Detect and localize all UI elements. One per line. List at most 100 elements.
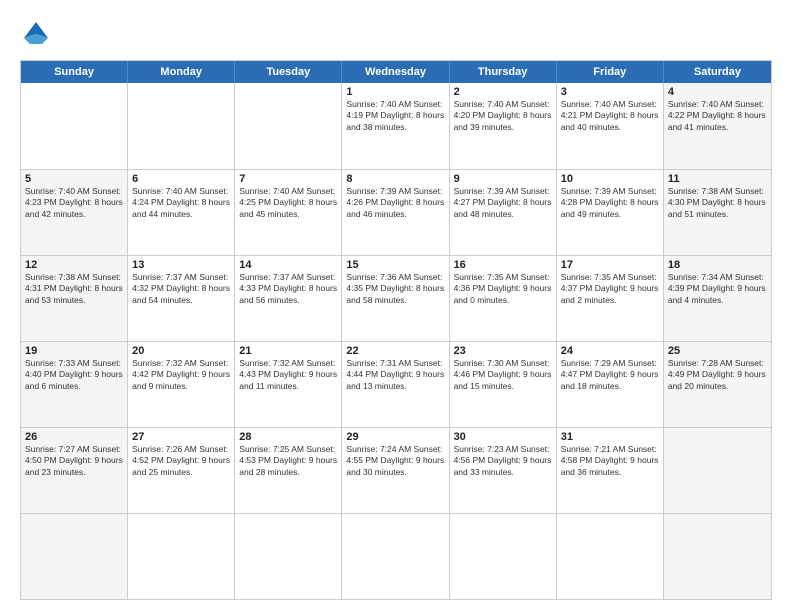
calendar-header: SundayMondayTuesdayWednesdayThursdayFrid… xyxy=(21,61,771,83)
calendar-cell: 17Sunrise: 7:35 AM Sunset: 4:37 PM Dayli… xyxy=(557,256,664,341)
cell-info: Sunrise: 7:40 AM Sunset: 4:19 PM Dayligh… xyxy=(346,99,444,133)
day-number: 22 xyxy=(346,345,444,357)
calendar-row-0: 1Sunrise: 7:40 AM Sunset: 4:19 PM Daylig… xyxy=(21,83,771,169)
day-number: 1 xyxy=(346,86,444,98)
calendar-cell: 21Sunrise: 7:32 AM Sunset: 4:43 PM Dayli… xyxy=(235,342,342,427)
calendar-cell: 20Sunrise: 7:32 AM Sunset: 4:42 PM Dayli… xyxy=(128,342,235,427)
cell-info: Sunrise: 7:25 AM Sunset: 4:53 PM Dayligh… xyxy=(239,444,337,478)
logo-icon xyxy=(20,18,52,50)
cell-info: Sunrise: 7:38 AM Sunset: 4:30 PM Dayligh… xyxy=(668,186,767,220)
calendar-cell xyxy=(21,514,128,599)
cell-info: Sunrise: 7:23 AM Sunset: 4:56 PM Dayligh… xyxy=(454,444,552,478)
calendar-cell: 14Sunrise: 7:37 AM Sunset: 4:33 PM Dayli… xyxy=(235,256,342,341)
cell-info: Sunrise: 7:37 AM Sunset: 4:32 PM Dayligh… xyxy=(132,272,230,306)
calendar-cell: 12Sunrise: 7:38 AM Sunset: 4:31 PM Dayli… xyxy=(21,256,128,341)
calendar-cell: 26Sunrise: 7:27 AM Sunset: 4:50 PM Dayli… xyxy=(21,428,128,513)
cell-info: Sunrise: 7:35 AM Sunset: 4:37 PM Dayligh… xyxy=(561,272,659,306)
cell-info: Sunrise: 7:39 AM Sunset: 4:27 PM Dayligh… xyxy=(454,186,552,220)
calendar-cell: 28Sunrise: 7:25 AM Sunset: 4:53 PM Dayli… xyxy=(235,428,342,513)
calendar-cell: 4Sunrise: 7:40 AM Sunset: 4:22 PM Daylig… xyxy=(664,83,771,169)
calendar-row-3: 19Sunrise: 7:33 AM Sunset: 4:40 PM Dayli… xyxy=(21,341,771,427)
cell-info: Sunrise: 7:36 AM Sunset: 4:35 PM Dayligh… xyxy=(346,272,444,306)
day-number: 13 xyxy=(132,259,230,271)
day-number: 2 xyxy=(454,86,552,98)
calendar-cell: 3Sunrise: 7:40 AM Sunset: 4:21 PM Daylig… xyxy=(557,83,664,169)
cell-info: Sunrise: 7:32 AM Sunset: 4:42 PM Dayligh… xyxy=(132,358,230,392)
calendar-cell: 2Sunrise: 7:40 AM Sunset: 4:20 PM Daylig… xyxy=(450,83,557,169)
header xyxy=(20,18,772,50)
calendar-cell xyxy=(235,514,342,599)
calendar-cell: 10Sunrise: 7:39 AM Sunset: 4:28 PM Dayli… xyxy=(557,170,664,255)
day-number: 11 xyxy=(668,173,767,185)
calendar-cell: 7Sunrise: 7:40 AM Sunset: 4:25 PM Daylig… xyxy=(235,170,342,255)
cell-info: Sunrise: 7:30 AM Sunset: 4:46 PM Dayligh… xyxy=(454,358,552,392)
calendar-cell: 16Sunrise: 7:35 AM Sunset: 4:36 PM Dayli… xyxy=(450,256,557,341)
cell-info: Sunrise: 7:33 AM Sunset: 4:40 PM Dayligh… xyxy=(25,358,123,392)
calendar-cell xyxy=(128,83,235,169)
calendar: SundayMondayTuesdayWednesdayThursdayFrid… xyxy=(20,60,772,600)
calendar-cell: 31Sunrise: 7:21 AM Sunset: 4:58 PM Dayli… xyxy=(557,428,664,513)
calendar-cell: 23Sunrise: 7:30 AM Sunset: 4:46 PM Dayli… xyxy=(450,342,557,427)
cell-info: Sunrise: 7:29 AM Sunset: 4:47 PM Dayligh… xyxy=(561,358,659,392)
header-day-friday: Friday xyxy=(557,61,664,83)
header-day-monday: Monday xyxy=(128,61,235,83)
day-number: 3 xyxy=(561,86,659,98)
calendar-cell: 24Sunrise: 7:29 AM Sunset: 4:47 PM Dayli… xyxy=(557,342,664,427)
header-day-wednesday: Wednesday xyxy=(342,61,449,83)
day-number: 30 xyxy=(454,431,552,443)
calendar-row-4: 26Sunrise: 7:27 AM Sunset: 4:50 PM Dayli… xyxy=(21,427,771,513)
cell-info: Sunrise: 7:28 AM Sunset: 4:49 PM Dayligh… xyxy=(668,358,767,392)
cell-info: Sunrise: 7:24 AM Sunset: 4:55 PM Dayligh… xyxy=(346,444,444,478)
page: SundayMondayTuesdayWednesdayThursdayFrid… xyxy=(0,0,792,612)
calendar-row-2: 12Sunrise: 7:38 AM Sunset: 4:31 PM Dayli… xyxy=(21,255,771,341)
cell-info: Sunrise: 7:21 AM Sunset: 4:58 PM Dayligh… xyxy=(561,444,659,478)
calendar-row-1: 5Sunrise: 7:40 AM Sunset: 4:23 PM Daylig… xyxy=(21,169,771,255)
cell-info: Sunrise: 7:40 AM Sunset: 4:25 PM Dayligh… xyxy=(239,186,337,220)
calendar-cell: 22Sunrise: 7:31 AM Sunset: 4:44 PM Dayli… xyxy=(342,342,449,427)
day-number: 31 xyxy=(561,431,659,443)
day-number: 18 xyxy=(668,259,767,271)
day-number: 5 xyxy=(25,173,123,185)
day-number: 24 xyxy=(561,345,659,357)
calendar-cell: 15Sunrise: 7:36 AM Sunset: 4:35 PM Dayli… xyxy=(342,256,449,341)
calendar-cell: 25Sunrise: 7:28 AM Sunset: 4:49 PM Dayli… xyxy=(664,342,771,427)
day-number: 10 xyxy=(561,173,659,185)
calendar-cell xyxy=(557,514,664,599)
cell-info: Sunrise: 7:26 AM Sunset: 4:52 PM Dayligh… xyxy=(132,444,230,478)
calendar-cell: 5Sunrise: 7:40 AM Sunset: 4:23 PM Daylig… xyxy=(21,170,128,255)
cell-info: Sunrise: 7:31 AM Sunset: 4:44 PM Dayligh… xyxy=(346,358,444,392)
cell-info: Sunrise: 7:32 AM Sunset: 4:43 PM Dayligh… xyxy=(239,358,337,392)
day-number: 7 xyxy=(239,173,337,185)
cell-info: Sunrise: 7:27 AM Sunset: 4:50 PM Dayligh… xyxy=(25,444,123,478)
calendar-cell xyxy=(664,514,771,599)
calendar-row-5 xyxy=(21,513,771,599)
calendar-cell xyxy=(128,514,235,599)
calendar-cell: 27Sunrise: 7:26 AM Sunset: 4:52 PM Dayli… xyxy=(128,428,235,513)
calendar-cell: 1Sunrise: 7:40 AM Sunset: 4:19 PM Daylig… xyxy=(342,83,449,169)
day-number: 12 xyxy=(25,259,123,271)
calendar-cell xyxy=(342,514,449,599)
calendar-cell xyxy=(450,514,557,599)
day-number: 9 xyxy=(454,173,552,185)
day-number: 14 xyxy=(239,259,337,271)
day-number: 19 xyxy=(25,345,123,357)
header-day-tuesday: Tuesday xyxy=(235,61,342,83)
cell-info: Sunrise: 7:35 AM Sunset: 4:36 PM Dayligh… xyxy=(454,272,552,306)
calendar-cell: 6Sunrise: 7:40 AM Sunset: 4:24 PM Daylig… xyxy=(128,170,235,255)
cell-info: Sunrise: 7:38 AM Sunset: 4:31 PM Dayligh… xyxy=(25,272,123,306)
logo xyxy=(20,18,58,50)
calendar-cell xyxy=(21,83,128,169)
day-number: 4 xyxy=(668,86,767,98)
header-day-saturday: Saturday xyxy=(664,61,771,83)
cell-info: Sunrise: 7:39 AM Sunset: 4:26 PM Dayligh… xyxy=(346,186,444,220)
day-number: 26 xyxy=(25,431,123,443)
calendar-cell: 13Sunrise: 7:37 AM Sunset: 4:32 PM Dayli… xyxy=(128,256,235,341)
day-number: 8 xyxy=(346,173,444,185)
cell-info: Sunrise: 7:40 AM Sunset: 4:23 PM Dayligh… xyxy=(25,186,123,220)
calendar-cell: 8Sunrise: 7:39 AM Sunset: 4:26 PM Daylig… xyxy=(342,170,449,255)
calendar-cell: 29Sunrise: 7:24 AM Sunset: 4:55 PM Dayli… xyxy=(342,428,449,513)
calendar-cell xyxy=(664,428,771,513)
day-number: 15 xyxy=(346,259,444,271)
calendar-cell: 18Sunrise: 7:34 AM Sunset: 4:39 PM Dayli… xyxy=(664,256,771,341)
calendar-body: 1Sunrise: 7:40 AM Sunset: 4:19 PM Daylig… xyxy=(21,83,771,599)
